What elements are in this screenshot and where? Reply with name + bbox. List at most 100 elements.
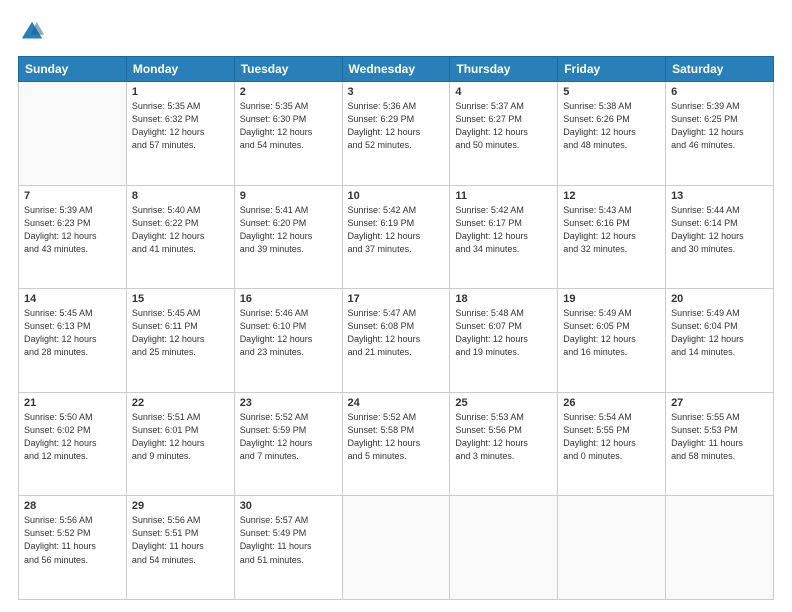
day-info: Sunrise: 5:56 AMSunset: 5:51 PMDaylight:… [132,514,229,566]
day-number: 20 [671,293,768,305]
calendar-cell: 14 Sunrise: 5:45 AMSunset: 6:13 PMDayligh… [19,289,127,393]
day-info: Sunrise: 5:39 AMSunset: 6:25 PMDaylight:… [671,100,768,152]
day-info: Sunrise: 5:47 AMSunset: 6:08 PMDaylight:… [348,307,445,359]
calendar-cell: 28 Sunrise: 5:56 AMSunset: 5:52 PMDayligh… [19,496,127,600]
weekday-header-tuesday: Tuesday [234,57,342,82]
logo [18,18,52,46]
day-info: Sunrise: 5:36 AMSunset: 6:29 PMDaylight:… [348,100,445,152]
calendar-cell [450,496,558,600]
calendar-cell: 23 Sunrise: 5:52 AMSunset: 5:59 PMDayligh… [234,392,342,496]
calendar-cell: 7 Sunrise: 5:39 AMSunset: 6:23 PMDaylight… [19,185,127,289]
day-info: Sunrise: 5:46 AMSunset: 6:10 PMDaylight:… [240,307,337,359]
weekday-header-wednesday: Wednesday [342,57,450,82]
logo-icon [18,18,46,46]
calendar-week-row: 7 Sunrise: 5:39 AMSunset: 6:23 PMDaylight… [19,185,774,289]
day-number: 12 [563,190,660,202]
calendar-cell: 18 Sunrise: 5:48 AMSunset: 6:07 PMDayligh… [450,289,558,393]
day-info: Sunrise: 5:48 AMSunset: 6:07 PMDaylight:… [455,307,552,359]
calendar-cell: 4 Sunrise: 5:37 AMSunset: 6:27 PMDaylight… [450,82,558,186]
calendar-cell: 13 Sunrise: 5:44 AMSunset: 6:14 PMDayligh… [666,185,774,289]
day-number: 3 [348,86,445,98]
day-number: 27 [671,397,768,409]
calendar-week-row: 21 Sunrise: 5:50 AMSunset: 6:02 PMDayligh… [19,392,774,496]
calendar-cell: 1Sunrise: 5:35 AMSunset: 6:32 PMDaylight… [126,82,234,186]
day-number: 13 [671,190,768,202]
day-number: 4 [455,86,552,98]
calendar-cell: 5 Sunrise: 5:38 AMSunset: 6:26 PMDaylight… [558,82,666,186]
day-info: Sunrise: 5:45 AMSunset: 6:11 PMDaylight:… [132,307,229,359]
day-number: 30 [240,500,337,512]
weekday-header-monday: Monday [126,57,234,82]
day-info: Sunrise: 5:51 AMSunset: 6:01 PMDaylight:… [132,411,229,463]
calendar-cell: 2 Sunrise: 5:35 AMSunset: 6:30 PMDaylight… [234,82,342,186]
calendar-cell: 22 Sunrise: 5:51 AMSunset: 6:01 PMDayligh… [126,392,234,496]
calendar-cell: 10 Sunrise: 5:42 AMSunset: 6:19 PMDayligh… [342,185,450,289]
calendar-cell: 17 Sunrise: 5:47 AMSunset: 6:08 PMDayligh… [342,289,450,393]
calendar-cell: 30 Sunrise: 5:57 AMSunset: 5:49 PMDayligh… [234,496,342,600]
day-info: Sunrise: 5:35 AMSunset: 6:30 PMDaylight:… [240,100,337,152]
day-number: 19 [563,293,660,305]
calendar-cell: 21 Sunrise: 5:50 AMSunset: 6:02 PMDayligh… [19,392,127,496]
weekday-header-thursday: Thursday [450,57,558,82]
day-number: 28 [24,500,121,512]
calendar-cell: 3 Sunrise: 5:36 AMSunset: 6:29 PMDaylight… [342,82,450,186]
day-number: 23 [240,397,337,409]
calendar-cell [19,82,127,186]
calendar-cell: 15Sunrise: 5:45 AMSunset: 6:11 PMDayligh… [126,289,234,393]
day-info: Sunrise: 5:38 AMSunset: 6:26 PMDaylight:… [563,100,660,152]
day-number: 9 [240,190,337,202]
day-info: Sunrise: 5:42 AMSunset: 6:19 PMDaylight:… [348,204,445,256]
day-number: 7 [24,190,121,202]
calendar-cell: 11 Sunrise: 5:42 AMSunset: 6:17 PMDayligh… [450,185,558,289]
calendar-cell [666,496,774,600]
day-info: Sunrise: 5:41 AMSunset: 6:20 PMDaylight:… [240,204,337,256]
day-number: 16 [240,293,337,305]
day-info: Sunrise: 5:42 AMSunset: 6:17 PMDaylight:… [455,204,552,256]
day-info: Sunrise: 5:57 AMSunset: 5:49 PMDaylight:… [240,514,337,566]
day-info: Sunrise: 5:55 AMSunset: 5:53 PMDaylight:… [671,411,768,463]
calendar-cell: 16 Sunrise: 5:46 AMSunset: 6:10 PMDayligh… [234,289,342,393]
calendar-cell: 9 Sunrise: 5:41 AMSunset: 6:20 PMDaylight… [234,185,342,289]
day-number: 29 [132,500,229,512]
day-number: 24 [348,397,445,409]
calendar-week-row: 28 Sunrise: 5:56 AMSunset: 5:52 PMDayligh… [19,496,774,600]
day-info: Sunrise: 5:45 AMSunset: 6:13 PMDaylight:… [24,307,121,359]
day-info: Sunrise: 5:56 AMSunset: 5:52 PMDaylight:… [24,514,121,566]
calendar-cell: 25Sunrise: 5:53 AMSunset: 5:56 PMDayligh… [450,392,558,496]
day-number: 14 [24,293,121,305]
day-info: Sunrise: 5:52 AMSunset: 5:58 PMDaylight:… [348,411,445,463]
day-info: Sunrise: 5:37 AMSunset: 6:27 PMDaylight:… [455,100,552,152]
day-number: 22 [132,397,229,409]
day-info: Sunrise: 5:52 AMSunset: 5:59 PMDaylight:… [240,411,337,463]
day-number: 5 [563,86,660,98]
day-number: 17 [348,293,445,305]
calendar-cell: 6 Sunrise: 5:39 AMSunset: 6:25 PMDaylight… [666,82,774,186]
day-info: Sunrise: 5:43 AMSunset: 6:16 PMDaylight:… [563,204,660,256]
day-number: 18 [455,293,552,305]
weekday-header-saturday: Saturday [666,57,774,82]
calendar-cell: 12 Sunrise: 5:43 AMSunset: 6:16 PMDayligh… [558,185,666,289]
day-number: 10 [348,190,445,202]
calendar-cell [342,496,450,600]
day-info: Sunrise: 5:53 AMSunset: 5:56 PMDaylight:… [455,411,552,463]
day-number: 2 [240,86,337,98]
calendar-cell: 27 Sunrise: 5:55 AMSunset: 5:53 PMDayligh… [666,392,774,496]
day-number: 26 [563,397,660,409]
day-info: Sunrise: 5:35 AMSunset: 6:32 PMDaylight:… [132,100,229,152]
day-number: 21 [24,397,121,409]
calendar-week-row: 14 Sunrise: 5:45 AMSunset: 6:13 PMDayligh… [19,289,774,393]
day-number: 6 [671,86,768,98]
calendar-cell: 8 Sunrise: 5:40 AMSunset: 6:22 PMDaylight… [126,185,234,289]
day-info: Sunrise: 5:50 AMSunset: 6:02 PMDaylight:… [24,411,121,463]
day-number: 11 [455,190,552,202]
day-info: Sunrise: 5:39 AMSunset: 6:23 PMDaylight:… [24,204,121,256]
calendar-cell: 19Sunrise: 5:49 AMSunset: 6:05 PMDayligh… [558,289,666,393]
calendar-cell: 20Sunrise: 5:49 AMSunset: 6:04 PMDayligh… [666,289,774,393]
day-info: Sunrise: 5:44 AMSunset: 6:14 PMDaylight:… [671,204,768,256]
day-info: Sunrise: 5:40 AMSunset: 6:22 PMDaylight:… [132,204,229,256]
calendar-table: SundayMondayTuesdayWednesdayThursdayFrid… [18,56,774,600]
day-number: 8 [132,190,229,202]
day-info: Sunrise: 5:54 AMSunset: 5:55 PMDaylight:… [563,411,660,463]
weekday-header-row: SundayMondayTuesdayWednesdayThursdayFrid… [19,57,774,82]
page: SundayMondayTuesdayWednesdayThursdayFrid… [0,0,792,612]
